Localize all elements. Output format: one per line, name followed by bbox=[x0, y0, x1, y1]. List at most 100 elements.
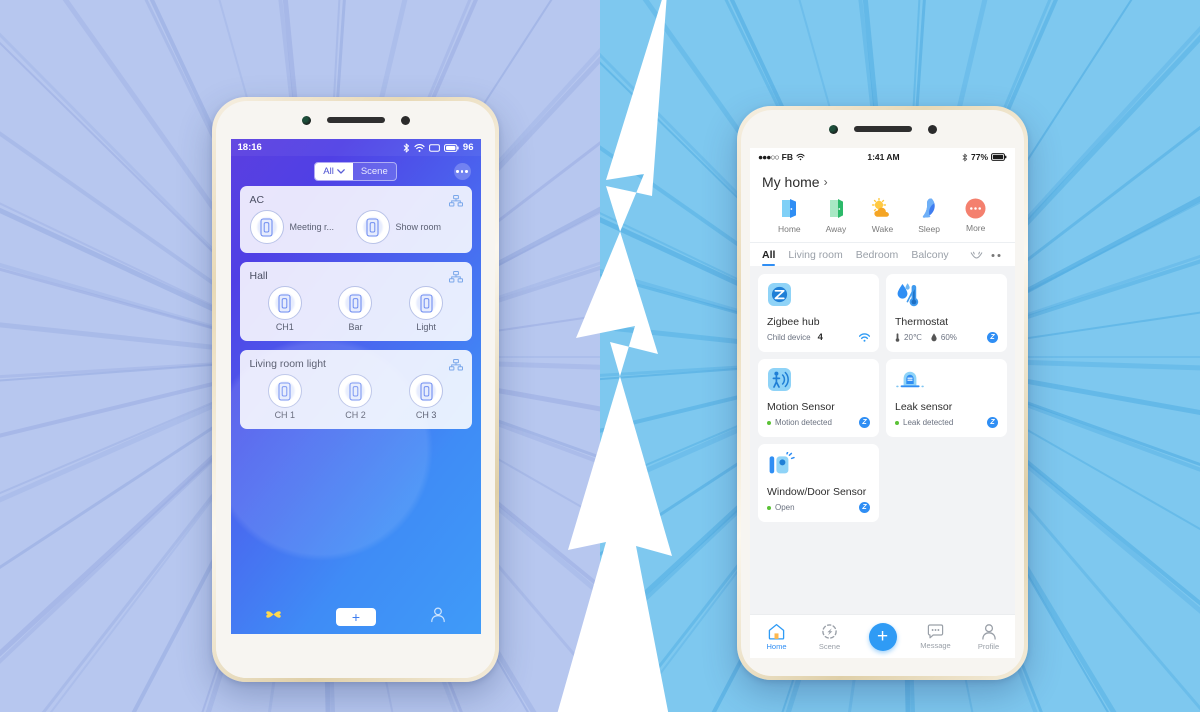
tab-actions bbox=[970, 251, 1003, 265]
device-tile[interactable]: Window/Door Sensor Open Z bbox=[758, 444, 879, 522]
bottom-tab-Profile[interactable]: Profile bbox=[962, 623, 1015, 651]
left-status-bar: 18:16 96 bbox=[230, 139, 481, 156]
device-name-label: Motion Sensor bbox=[767, 401, 835, 413]
room-tab[interactable]: Balcony bbox=[911, 249, 948, 266]
hub-network-icon-wrap[interactable] bbox=[448, 358, 463, 376]
right-status-right: 77% bbox=[962, 152, 1007, 162]
switch-channel[interactable]: CH1 bbox=[250, 286, 321, 332]
filter-all-button[interactable]: All bbox=[315, 162, 353, 180]
device-temp-label: 20℃ bbox=[904, 333, 922, 342]
room-tab[interactable]: Bedroom bbox=[856, 249, 899, 266]
device-icon-wrap bbox=[767, 282, 870, 312]
switch-button[interactable] bbox=[267, 374, 302, 408]
device-name-label: Thermostat bbox=[895, 316, 949, 328]
switch-channel[interactable]: Bar bbox=[320, 286, 391, 332]
device-meta-row: Leak detected Z bbox=[895, 417, 998, 428]
device-card[interactable]: AC Meeting r... Show room bbox=[239, 186, 472, 253]
profile-icon bbox=[981, 623, 996, 640]
switch-channel[interactable]: Light bbox=[391, 286, 462, 332]
switch-button[interactable] bbox=[267, 286, 302, 320]
left-status-time: 18:16 bbox=[237, 142, 262, 153]
device-meta-row: Child device 4 bbox=[767, 332, 870, 343]
more-options-button[interactable] bbox=[453, 163, 471, 180]
add-fab-label: + bbox=[876, 626, 889, 647]
zigbee-hub-icon bbox=[768, 283, 791, 306]
device-card[interactable]: Hall CH1 Bar Light bbox=[239, 262, 472, 341]
chevron-right-icon: › bbox=[823, 175, 828, 189]
signal-icon bbox=[859, 333, 870, 342]
filter-all-label: All bbox=[323, 165, 334, 177]
scene-shortcut[interactable]: Sleep bbox=[906, 198, 953, 234]
wifi-icon bbox=[796, 153, 805, 161]
room-tab[interactable]: Living room bbox=[788, 249, 842, 266]
switch-channel-label: CH1 bbox=[275, 322, 294, 332]
device-tile[interactable]: Thermostat 20℃ 60% Z bbox=[886, 274, 1007, 352]
carrier-name: FB bbox=[781, 152, 794, 162]
scene-shortcut-label: Wake bbox=[871, 224, 894, 234]
earpiece-speaker bbox=[326, 117, 385, 123]
bottom-tab-Scene[interactable]: Scene bbox=[803, 623, 856, 651]
home-selector[interactable]: My home › bbox=[762, 174, 1003, 190]
switch-button[interactable] bbox=[355, 210, 390, 244]
chevron-down-icon bbox=[336, 168, 345, 174]
more-icon[interactable] bbox=[990, 253, 1003, 258]
switch-channel-label: Light bbox=[416, 322, 436, 332]
device-card-title: AC bbox=[249, 194, 265, 206]
add-fab-button[interactable]: + bbox=[868, 622, 897, 651]
all-scene-segmented-control[interactable]: All Scene bbox=[314, 161, 397, 181]
scene-shortcut[interactable]: Home bbox=[766, 198, 813, 234]
motion-sensor-icon bbox=[768, 368, 791, 391]
hub-network-icon-wrap[interactable] bbox=[448, 270, 463, 288]
bottom-tab-Home[interactable]: Home bbox=[750, 623, 803, 651]
device-name-label: Leak sensor bbox=[895, 401, 953, 413]
device-tile[interactable]: Zigbee hub Child device 4 bbox=[758, 274, 879, 352]
switch-button[interactable] bbox=[409, 374, 444, 408]
tab-scene[interactable]: Scene bbox=[352, 162, 396, 180]
device-card[interactable]: Living room light CH 1 CH 2 CH 3 bbox=[239, 350, 472, 429]
right-phone-notch bbox=[741, 110, 1024, 148]
sort-icon[interactable] bbox=[970, 251, 983, 260]
hub-network-icon[interactable] bbox=[448, 271, 463, 283]
device-meta-label: Child device bbox=[767, 333, 811, 342]
left-tabbar: + bbox=[231, 600, 481, 634]
window-door-sensor-icon bbox=[769, 452, 795, 474]
device-status-label: Leak detected bbox=[903, 418, 954, 427]
scene-shortcut[interactable]: Wake bbox=[859, 198, 906, 234]
switch-button[interactable] bbox=[249, 210, 284, 244]
hub-network-icon[interactable] bbox=[448, 359, 463, 371]
switch-channel[interactable]: Meeting r... bbox=[249, 210, 356, 244]
tabbar-profile-button[interactable] bbox=[430, 606, 446, 628]
switch-button[interactable] bbox=[338, 374, 373, 408]
switch-channel-label: Bar bbox=[348, 322, 363, 332]
bottom-tab-add[interactable]: + bbox=[856, 622, 909, 651]
bottom-tab-label: Profile bbox=[977, 641, 1000, 651]
device-name-label: Window/Door Sensor bbox=[767, 486, 867, 498]
switch-button[interactable] bbox=[409, 286, 444, 320]
device-tile[interactable]: Motion Sensor Motion detected Z bbox=[758, 359, 879, 437]
scene-shortcut[interactable]: Away bbox=[813, 198, 860, 234]
switch-channel-row: Meeting r... Show room bbox=[249, 210, 462, 244]
earpiece-speaker bbox=[853, 126, 912, 132]
switch-channel[interactable]: CH 1 bbox=[250, 374, 321, 420]
device-tile[interactable]: Leak sensor Leak detected Z bbox=[886, 359, 1007, 437]
bottom-tab-label: Message bbox=[920, 640, 951, 650]
front-camera-icon bbox=[828, 124, 838, 134]
right-status-left: ●●●○○ FB bbox=[758, 152, 805, 162]
switch-button[interactable] bbox=[338, 286, 373, 320]
hub-network-icon-wrap[interactable] bbox=[448, 194, 463, 212]
leak-sensor-icon bbox=[896, 371, 924, 388]
hub-network-icon[interactable] bbox=[448, 195, 463, 207]
scene-icon bbox=[822, 623, 837, 639]
switch-channel[interactable]: CH 2 bbox=[320, 374, 391, 420]
switch-channel-row: CH 1 CH 2 CH 3 bbox=[250, 374, 462, 420]
scene-shortcut[interactable]: More bbox=[952, 198, 999, 234]
switch-channel[interactable]: Show room bbox=[355, 210, 462, 244]
device-meta-row: 20℃ 60% Z bbox=[895, 332, 998, 343]
tabbar-apps-button[interactable] bbox=[265, 606, 282, 628]
room-tab[interactable]: All bbox=[762, 249, 776, 266]
switch-channel[interactable]: CH 3 bbox=[391, 374, 462, 420]
add-device-button[interactable]: + bbox=[335, 608, 376, 626]
switch-channel-label: CH 1 bbox=[274, 410, 296, 420]
bottom-tab-Message[interactable]: Message bbox=[909, 623, 962, 650]
apps-grid-icon bbox=[266, 611, 282, 618]
